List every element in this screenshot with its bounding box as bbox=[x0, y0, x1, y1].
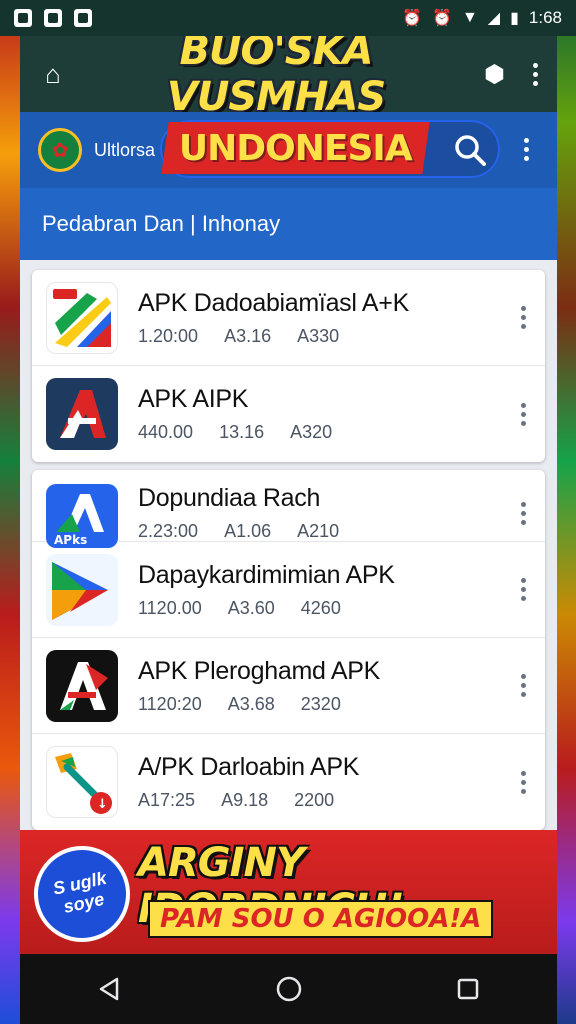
app-meta: A17:25 bbox=[138, 790, 196, 810]
app-meta: A9.18 bbox=[221, 790, 269, 810]
search-row: ✿ Ultlorsa UNDONESIA bbox=[20, 112, 557, 188]
recents-button[interactable] bbox=[448, 969, 488, 1009]
red-a-navy-icon bbox=[46, 378, 118, 450]
shield-icon[interactable]: ⬢ bbox=[484, 60, 505, 89]
app-card: APks Dopundiaa Rach 2.23:00 A1.06 A210 D… bbox=[32, 470, 545, 830]
app-title: BUO'SKA VUSMHAS bbox=[166, 36, 386, 120]
app-title-text: APK Pleroghamd APK bbox=[138, 656, 380, 685]
back-icon bbox=[99, 977, 118, 1001]
play-triangle-icon bbox=[46, 553, 118, 626]
item-menu-icon[interactable] bbox=[519, 402, 527, 426]
app-meta: A3.60 bbox=[227, 597, 275, 618]
wifi-icon: ▼ bbox=[461, 9, 478, 26]
overflow-menu-icon[interactable] bbox=[531, 62, 539, 86]
battery-icon: ▮ bbox=[510, 10, 519, 27]
download-key-icon: ↓ bbox=[46, 746, 118, 818]
app-notification-icon bbox=[74, 9, 92, 27]
blue-a-tile-icon: APks bbox=[46, 484, 118, 548]
brand-label: Ultlorsa bbox=[94, 139, 156, 160]
app-meta: A3.16 bbox=[224, 325, 272, 346]
app-meta: 2320 bbox=[300, 693, 341, 714]
image-notification-icon bbox=[44, 9, 62, 27]
app-title-text: Dapaykardimimian APK bbox=[138, 560, 395, 589]
item-menu-icon[interactable] bbox=[519, 306, 527, 329]
search-icon[interactable] bbox=[452, 132, 488, 168]
home-circle-icon bbox=[276, 976, 301, 1002]
list-item[interactable]: APK Pleroghamd APK 1120:20 A3.68 2320 bbox=[32, 638, 545, 734]
svg-text:↓: ↓ bbox=[97, 797, 108, 812]
app-title-text: Dopundiaa Rach bbox=[138, 484, 321, 512]
app-meta: 2200 bbox=[294, 790, 335, 810]
app-meta: 2.23:00 bbox=[138, 521, 199, 541]
promo-subline: PAM SOU O AGIOOA!A bbox=[148, 900, 494, 938]
status-time: 1:68 bbox=[528, 8, 562, 27]
list-item[interactable]: APks Dopundiaa Rach 2.23:00 A1.06 A210 bbox=[32, 470, 545, 548]
country-banner: UNDONESIA bbox=[161, 122, 430, 174]
country-banner-text: UNDONESIA bbox=[179, 127, 412, 169]
app-meta: 1120.00 bbox=[138, 597, 202, 618]
alarm-secondary-icon: ⏰ bbox=[432, 10, 452, 27]
app-title-text: A/PK Darloabin APK bbox=[138, 753, 360, 781]
app-meta: 4260 bbox=[300, 597, 341, 618]
app-meta: A330 bbox=[297, 325, 340, 346]
subheader: Pedabran Dan | Inhonay bbox=[20, 188, 557, 260]
recents-icon bbox=[457, 978, 478, 1000]
promo-banner[interactable]: S uglk soye ARGINY IDORDNICH! PAM SOU O … bbox=[20, 830, 557, 954]
item-menu-icon[interactable] bbox=[519, 674, 527, 697]
app-meta: A210 bbox=[297, 521, 340, 541]
app-meta: 440.00 bbox=[138, 422, 194, 442]
app-bar: ⌂ BUO'SKA VUSMHAS ⬢ bbox=[20, 36, 557, 120]
app-meta: 1.20:00 bbox=[138, 325, 199, 346]
app-meta: A3.68 bbox=[227, 693, 275, 714]
app-screen: ⌂ BUO'SKA VUSMHAS ⬢ ✿ Ultlorsa UNDONESIA… bbox=[20, 36, 557, 954]
back-button[interactable] bbox=[90, 969, 130, 1009]
alarm-icon: ⏰ bbox=[402, 10, 423, 27]
home-button[interactable] bbox=[269, 969, 309, 1009]
colorful-ribbon-icon bbox=[46, 281, 118, 354]
subheader-text: Pedabran Dan | Inhonay bbox=[42, 211, 281, 236]
emblem-icon: ✿ bbox=[38, 128, 82, 172]
signal-icon: ◢ bbox=[487, 10, 501, 27]
app-meta: A320 bbox=[290, 422, 333, 442]
list-item[interactable]: Dapaykardimimian APK 1120.00 A3.60 4260 bbox=[32, 542, 545, 638]
item-menu-icon[interactable] bbox=[519, 502, 527, 525]
app-meta: A1.06 bbox=[224, 521, 272, 541]
app-meta: 1120:20 bbox=[138, 693, 202, 714]
list-item[interactable]: ↓ A/PK Darloabin APK A17:25 A9.18 2200 bbox=[32, 734, 545, 830]
app-list: APK Dadoabiamïasl A+K 1.20:00 A3.16 A330 bbox=[20, 260, 557, 830]
background-left-art bbox=[0, 0, 22, 1024]
app-title-text: APK Dadoabiamïasl A+K bbox=[138, 288, 409, 317]
item-menu-icon[interactable] bbox=[519, 578, 527, 601]
list-item[interactable]: APK Dadoabiamïasl A+K 1.20:00 A3.16 A330 bbox=[32, 270, 545, 366]
item-menu-icon[interactable] bbox=[519, 770, 527, 794]
navigation-bar bbox=[20, 954, 557, 1024]
promo-badge: S uglk soye bbox=[25, 837, 139, 951]
app-title-text: APK AIPK bbox=[138, 385, 249, 413]
notification-icons bbox=[14, 9, 92, 27]
search-menu-icon[interactable] bbox=[522, 138, 530, 161]
notification-icon bbox=[14, 9, 32, 27]
home-icon[interactable]: ⌂ bbox=[38, 59, 68, 89]
status-bar: ⏰ ⏰ ▼ ◢ ▮ 1:68 bbox=[0, 0, 576, 36]
background-right-art bbox=[556, 0, 576, 1024]
app-meta: 13.16 bbox=[219, 422, 265, 442]
list-item[interactable]: APK AIPK 440.00 13.16 A320 bbox=[32, 366, 545, 462]
black-a-red-icon bbox=[46, 649, 118, 722]
status-indicators: ⏰ ⏰ ▼ ◢ ▮ 1:68 bbox=[402, 8, 562, 28]
app-card: APK Dadoabiamïasl A+K 1.20:00 A3.16 A330 bbox=[32, 270, 545, 462]
